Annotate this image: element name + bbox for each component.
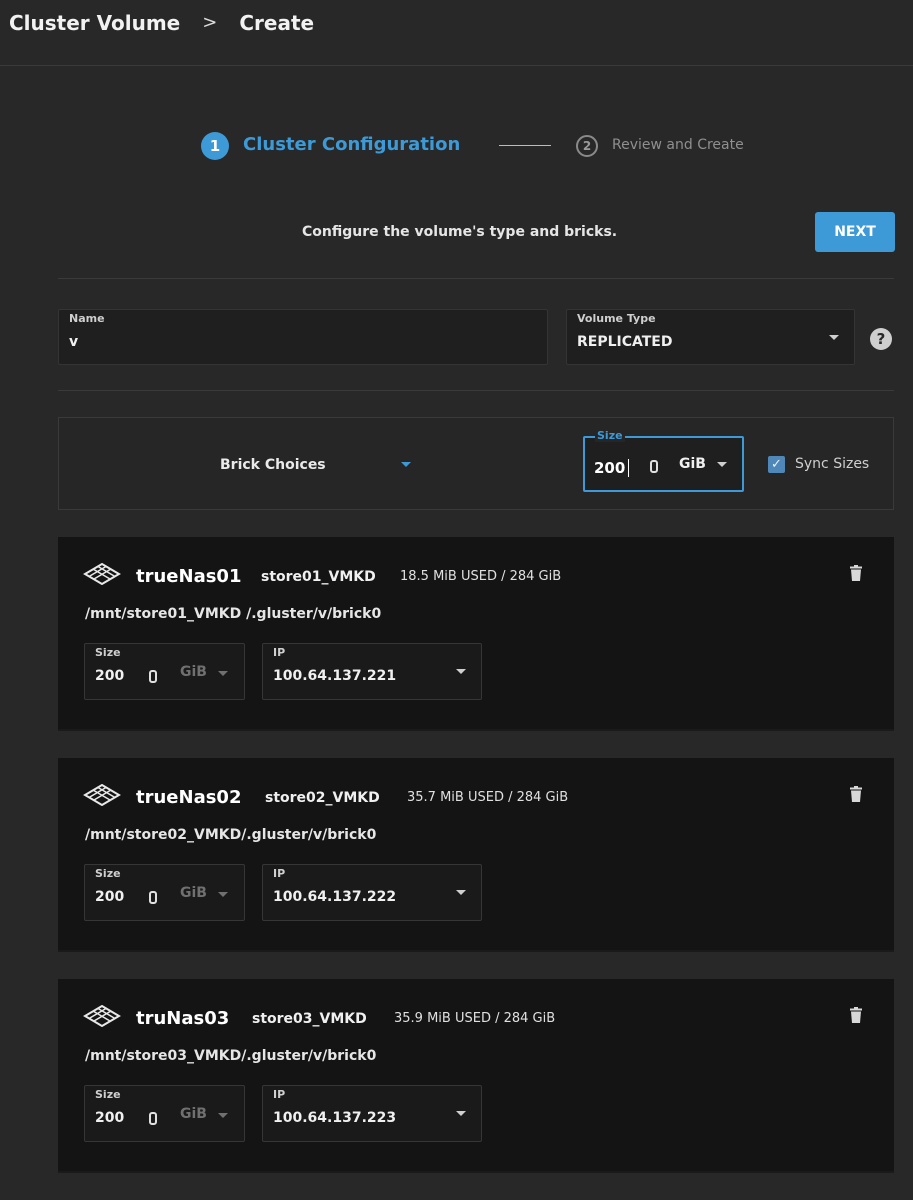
brick-usage: 35.7 MiB USED / 284 GiB: [407, 790, 569, 805]
chevron-down-icon: [456, 1111, 466, 1116]
sync-sizes-checkbox[interactable]: ✓: [768, 456, 785, 473]
step-1-label[interactable]: Cluster Configuration: [243, 134, 460, 155]
help-icon[interactable]: ?: [870, 328, 892, 350]
server-node-icon: [83, 784, 121, 806]
name-input[interactable]: v: [69, 334, 78, 350]
brick-size-field[interactable]: Size 200 GiB: [84, 1085, 245, 1142]
brick-size-field[interactable]: Size 200 GiB: [84, 643, 245, 700]
step-2-label[interactable]: Review and Create: [612, 137, 744, 153]
volume-type-label: Volume Type: [577, 312, 656, 325]
brick-choices-chevron-down-icon[interactable]: [401, 462, 411, 467]
next-button[interactable]: NEXT: [815, 212, 895, 252]
brick-size-label: Size: [95, 867, 121, 880]
brick-store: store03_VMKD: [252, 1011, 367, 1027]
brick-ip-label: IP: [273, 1088, 286, 1101]
server-node-icon: [83, 1005, 121, 1027]
size-field-label: Size: [595, 429, 625, 442]
trash-icon[interactable]: [850, 1007, 862, 1023]
brick-ip-select[interactable]: IP 100.64.137.221: [262, 643, 482, 700]
brick-ip-label: IP: [273, 646, 286, 659]
chevron-down-icon: [829, 335, 839, 340]
breadcrumb-root[interactable]: Cluster Volume: [9, 10, 180, 36]
step-connector: [499, 145, 551, 146]
brick-card: truNas03 store03_VMKD 35.9 MiB USED / 28…: [58, 979, 894, 1173]
brick-ip-value: 100.64.137.223: [273, 1110, 397, 1126]
header-bar: Cluster Volume > Create: [0, 0, 913, 66]
brick-ip-label: IP: [273, 867, 286, 880]
brick-size-label: Size: [95, 1088, 121, 1101]
brick-path: /mnt/store02_VMKD/.gluster/v/brick0: [85, 827, 377, 843]
brick-ip-select[interactable]: IP 100.64.137.223: [262, 1085, 482, 1142]
chevron-down-icon[interactable]: [717, 462, 727, 467]
spinner-icon[interactable]: [149, 1112, 157, 1125]
chevron-down-icon: [456, 890, 466, 895]
brick-host: trueNas01: [136, 566, 242, 587]
brick-ip-value: 100.64.137.221: [273, 668, 397, 684]
brick-path: /mnt/store03_VMKD/.gluster/v/brick0: [85, 1048, 377, 1064]
server-node-icon: [83, 563, 121, 585]
brick-store: store02_VMKD: [265, 790, 380, 806]
spinner-icon[interactable]: [650, 460, 658, 473]
brick-size-unit: GiB: [180, 885, 207, 901]
name-field-label: Name: [69, 312, 105, 325]
brick-host: trueNas02: [136, 787, 242, 808]
brick-size-unit: GiB: [180, 664, 207, 680]
trash-icon[interactable]: [850, 786, 862, 802]
brick-choices-label[interactable]: Brick Choices: [220, 457, 326, 473]
brick-size-input[interactable]: 200: [95, 1110, 124, 1126]
step-2-indicator: 2: [576, 135, 598, 157]
trash-icon[interactable]: [850, 565, 862, 581]
brick-size-field[interactable]: Size 200 GiB: [84, 864, 245, 921]
brick-size-unit: GiB: [180, 1106, 207, 1122]
spinner-icon[interactable]: [149, 670, 157, 683]
brick-ip-value: 100.64.137.222: [273, 889, 397, 905]
brick-usage: 18.5 MiB USED / 284 GiB: [400, 569, 562, 584]
chevron-down-icon: [218, 1113, 228, 1118]
brick-card: trueNas01 store01_VMKD 18.5 MiB USED / 2…: [58, 537, 894, 731]
brick-usage: 35.9 MiB USED / 284 GiB: [394, 1011, 556, 1026]
brick-host: truNas03: [136, 1008, 230, 1029]
stepper: 1 Cluster Configuration 2 Review and Cre…: [0, 131, 913, 161]
sync-sizes-label[interactable]: Sync Sizes: [795, 456, 869, 472]
brick-store: store01_VMKD: [261, 569, 376, 585]
brick-ip-select[interactable]: IP 100.64.137.222: [262, 864, 482, 921]
step-1-indicator: 1: [201, 132, 229, 160]
chevron-down-icon: [456, 669, 466, 674]
brick-size-label: Size: [95, 646, 121, 659]
divider: [58, 390, 894, 391]
instructions-text: Configure the volume's type and bricks.: [302, 224, 618, 240]
chevron-down-icon: [218, 892, 228, 897]
spinner-icon[interactable]: [149, 891, 157, 904]
brick-size-input[interactable]: 200: [95, 889, 124, 905]
brick-size-input[interactable]: 200: [95, 668, 124, 684]
divider: [58, 278, 894, 279]
volume-type-select[interactable]: Volume Type REPLICATED: [566, 309, 855, 365]
size-unit-select[interactable]: GiB: [679, 456, 706, 472]
text-cursor: [628, 459, 629, 477]
name-field[interactable]: Name v: [58, 309, 548, 365]
chevron-down-icon: [218, 671, 228, 676]
size-input[interactable]: 200: [594, 459, 625, 477]
breadcrumb-current: Create: [239, 11, 315, 35]
breadcrumb-separator-icon: >: [202, 12, 218, 33]
size-field[interactable]: Size 200 GiB: [583, 429, 744, 492]
volume-type-value: REPLICATED: [577, 334, 673, 350]
brick-card: trueNas02 store02_VMKD 35.7 MiB USED / 2…: [58, 758, 894, 952]
brick-path: /mnt/store01_VMKD /.gluster/v/brick0: [85, 606, 382, 622]
